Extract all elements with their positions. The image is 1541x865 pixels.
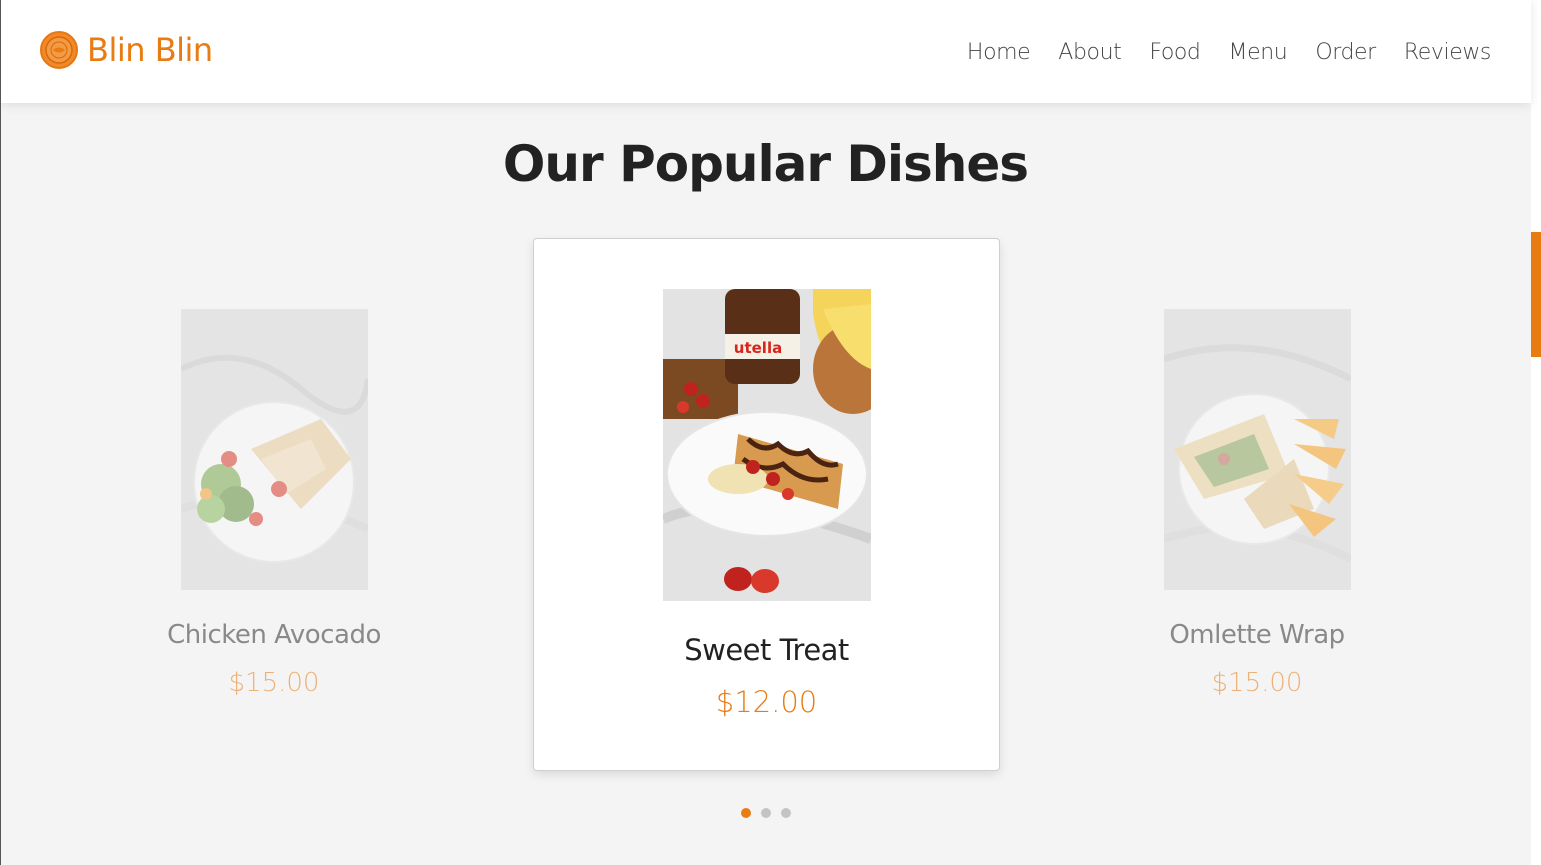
dish-price: $15.00 [228, 668, 320, 698]
section-title: Our Popular Dishes [502, 135, 1029, 193]
dish-price: $12.00 [715, 685, 818, 719]
svg-text:utella: utella [733, 339, 781, 357]
page-scrollbar[interactable] [1531, 0, 1541, 865]
crepe-logo-icon [40, 31, 78, 69]
dish-photo: utella [660, 289, 893, 601]
carousel-pagination [0, 808, 1531, 818]
nav-link-food[interactable]: Food [1149, 40, 1201, 65]
dish-price: $15.00 [1211, 668, 1303, 698]
popular-dishes-section: Our Popular Dishes Chicken Avocado $15.0… [0, 103, 1531, 865]
dish-name: Omlette Wrap [1169, 620, 1345, 650]
dish-name: Chicken Avocado [167, 620, 381, 650]
dish-card-sweet-treat[interactable]: utella Sweet Treat $12.00 [533, 238, 1000, 771]
main-nav: Home About Food Menu Order Reviews [967, 40, 1491, 65]
dish-photo [1162, 309, 1353, 590]
site-header: Blin Blin Home About Food Menu Order Rev… [0, 0, 1531, 103]
nav-link-menu[interactable]: Menu [1229, 40, 1288, 65]
scrollbar-thumb[interactable] [1531, 232, 1541, 357]
dish-card-chicken-avocado[interactable]: Chicken Avocado $15.00 [124, 309, 424, 698]
carousel-dot-2[interactable] [760, 808, 771, 818]
carousel-dot-3[interactable] [780, 808, 791, 818]
carousel-dot-1[interactable] [740, 808, 751, 818]
nav-link-home[interactable]: Home [967, 40, 1031, 65]
nav-link-about[interactable]: About [1058, 40, 1121, 65]
window-left-border [0, 0, 1, 865]
dish-name: Sweet Treat [684, 633, 849, 667]
nav-link-order[interactable]: Order [1315, 40, 1376, 65]
brand-logo[interactable]: Blin Blin [40, 31, 213, 69]
brand-name: Blin Blin [87, 31, 213, 69]
nav-link-reviews[interactable]: Reviews [1404, 40, 1492, 65]
dish-card-omlette-wrap[interactable]: Omlette Wrap $15.00 [1107, 309, 1407, 698]
dish-photo [179, 309, 371, 590]
